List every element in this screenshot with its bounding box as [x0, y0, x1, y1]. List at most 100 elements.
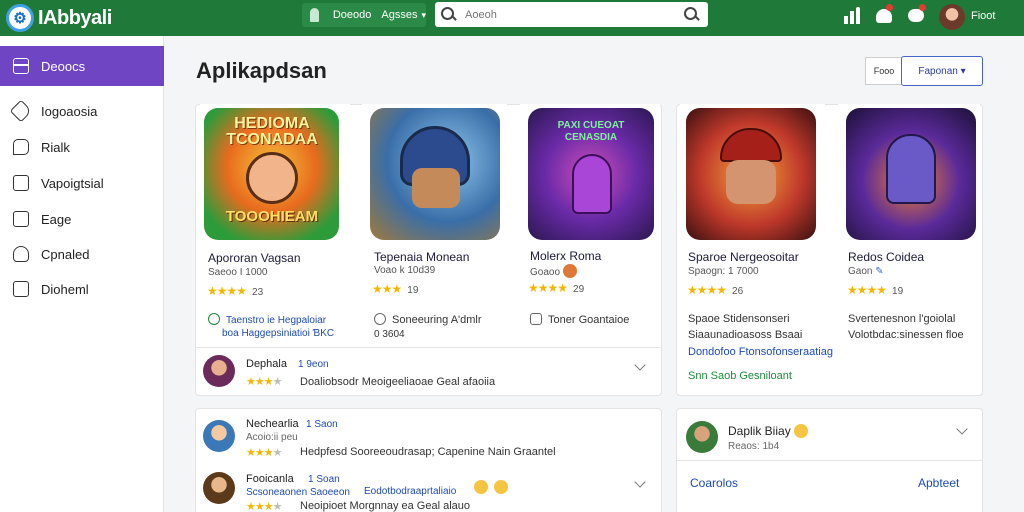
tab-b[interactable]: Agsses [381, 9, 417, 21]
notification-icon[interactable] [876, 9, 892, 23]
app-art: PAXI CUEOAT CENASDIA [528, 108, 654, 240]
grid-icon [13, 281, 29, 297]
character-icon [412, 168, 460, 208]
sidebar-item-label: Vapoigtsial [41, 175, 104, 191]
filter-button[interactable]: Fooo [865, 57, 903, 85]
review-tag[interactable]: Eodotbodraaprtaliaio [364, 486, 456, 497]
store-icon [310, 8, 319, 22]
rating-value: 26 [732, 286, 744, 297]
page-title: Aplikapdsan [196, 58, 327, 83]
rating-value: 29 [573, 284, 585, 295]
search-input[interactable] [465, 8, 685, 21]
app-art-title: PAXI CUEOAT CENASDIA [557, 120, 625, 143]
search-submit-icon[interactable] [684, 7, 700, 23]
app-card[interactable]: Redos Coidea Gaon ✎ ★★★★ 19 Svertenesnon … [838, 104, 980, 390]
rating-value: 23 [252, 287, 264, 298]
app-detail: Siaaunadioasoss Bsaai [688, 329, 803, 341]
image-icon [13, 211, 29, 227]
app-card[interactable]: HEDIOMA TCONADAA TOOOHIEAM Apororan Vags… [200, 104, 350, 344]
avatar[interactable] [686, 421, 718, 453]
pencil-icon: ✎ [875, 266, 884, 277]
verified-icon [208, 313, 220, 325]
app-detail: Svertenesnon l'goiolal [848, 313, 956, 325]
app-name[interactable]: Sparoe Nergeosoitar [688, 250, 799, 264]
review-text: Doaliobsodr Meoigeeliaoae Geal afaoiia [300, 376, 496, 388]
avatar[interactable] [203, 472, 235, 504]
app-logo[interactable]: ⚙ IAbbyali [6, 4, 112, 32]
chat-bubble-icon [13, 139, 29, 155]
rating-stars: ★★★★ [246, 501, 282, 512]
character-icon [246, 152, 298, 204]
review-time: 1 Saon [306, 419, 338, 430]
app-name[interactable]: Molerx Roma [530, 249, 601, 263]
cloud-icon [13, 246, 29, 262]
detail-subtitle: Reaos: 1b4 [728, 441, 780, 452]
top-tab-group[interactable]: Doeodo Agsses ▾ [302, 3, 426, 27]
detail-right-link[interactable]: Apbteet [918, 476, 959, 490]
app-meta: Gaon ✎ [848, 266, 884, 277]
sidebar-item-6[interactable]: Dioheml [0, 271, 164, 307]
app-card[interactable]: Tepenaia Monean Voao k 10d39 ★★★ 19 Sonee… [362, 104, 507, 344]
review-author[interactable]: Nechearlia [246, 418, 299, 430]
sidebar-item-2[interactable]: Rialk [0, 129, 164, 165]
sidebar-item-5[interactable]: Cpnaled [0, 236, 164, 272]
emoji-icon [474, 480, 488, 494]
review-text: Hedpfesd Sooreeoudrasap; Capenine Nain G… [300, 446, 556, 458]
app-detail: Taenstro ie Hegpaloiar [208, 313, 326, 326]
rating-stars: ★★★★ 26 [687, 283, 744, 297]
emoji-icon [562, 264, 577, 278]
notification-badge [886, 4, 893, 11]
sort-dropdown-label: Faponan [918, 65, 958, 77]
rating-stars: ★★★★ [246, 447, 282, 459]
detail-name[interactable]: Daplik Biiay [728, 424, 809, 438]
review-author[interactable]: Dephala [246, 358, 287, 370]
sidebar-item-3[interactable]: Vapoigtsial [0, 165, 164, 201]
app-detail: Soneeuring A'dmlr [374, 313, 482, 326]
review-author[interactable]: Fooicanla [246, 473, 294, 485]
app-detail[interactable]: Snn Saob Gesniloant [688, 370, 792, 382]
app-art-title: HEDIOMA TCONADAA [226, 115, 318, 148]
top-bar: ⚙ IAbbyali Doeodo Agsses ▾ Fioot [0, 0, 1024, 36]
divider [677, 460, 982, 461]
user-avatar[interactable] [939, 4, 965, 30]
app-meta: Saeoo I 1000 [208, 267, 268, 278]
app-meta: Voao k 10d39 [374, 265, 436, 276]
app-detail: 0 3604 [374, 329, 405, 340]
sidebar-item-label: Rialk [41, 139, 70, 155]
avatar[interactable] [203, 355, 235, 387]
avatar[interactable] [203, 420, 235, 452]
sidebar: Deoocs Iogoaosia Rialk Vapoigtsial Eage … [0, 36, 164, 512]
app-meta: Spaogn: 1 7000 [688, 266, 759, 277]
app-name: IAbbyali [38, 6, 112, 29]
app-detail: Spaoe Stidensonseri [688, 313, 790, 325]
app-card[interactable]: PAXI CUEOAT CENASDIA Molerx Roma Goaoo ★… [520, 104, 660, 344]
search-bar[interactable] [435, 2, 708, 27]
review-subtitle: Scsoneaonen Saoeeon [246, 487, 350, 498]
sidebar-item-4[interactable]: Eage [0, 201, 164, 237]
rating-stars: ★★★★ 29 [528, 281, 585, 295]
rating-stars: ★★★★ 23 [207, 284, 264, 298]
stats-icon[interactable] [842, 6, 860, 24]
chevron-down-icon[interactable]: ▾ [421, 10, 426, 21]
app-name[interactable]: Tepenaia Monean [374, 250, 469, 264]
emoji-icon [494, 480, 508, 494]
app-name[interactable]: Redos Coidea [848, 250, 924, 264]
app-name[interactable]: Apororan Vagsan [208, 251, 301, 265]
character-icon [726, 160, 776, 204]
sort-dropdown[interactable]: Faponan ▾ [901, 56, 983, 86]
app-art [846, 108, 976, 240]
user-name[interactable]: Fioot [971, 10, 995, 22]
sidebar-item-0[interactable]: Deoocs [0, 46, 164, 86]
review-time: 1 9eon [298, 359, 329, 370]
app-detail[interactable]: Dondofoo Ftonsofonseraatiag [688, 346, 833, 358]
tab-a[interactable]: Doeodo [333, 9, 372, 21]
sidebar-item-1[interactable]: Iogoaosia [0, 93, 164, 129]
sidebar-item-label: Cpnaled [41, 246, 90, 262]
review-subtitle: Acoio:ii peu [246, 432, 298, 443]
app-meta: Goaoo [530, 264, 577, 278]
app-art-subtitle: TOOOHIEAM [225, 208, 319, 225]
app-art: HEDIOMA TCONADAA TOOOHIEAM [204, 108, 339, 240]
app-art [370, 108, 500, 240]
app-card[interactable]: Sparoe Nergeosoitar Spaogn: 1 7000 ★★★★ 2… [680, 104, 833, 390]
detail-left-link[interactable]: Coarolos [690, 476, 738, 490]
